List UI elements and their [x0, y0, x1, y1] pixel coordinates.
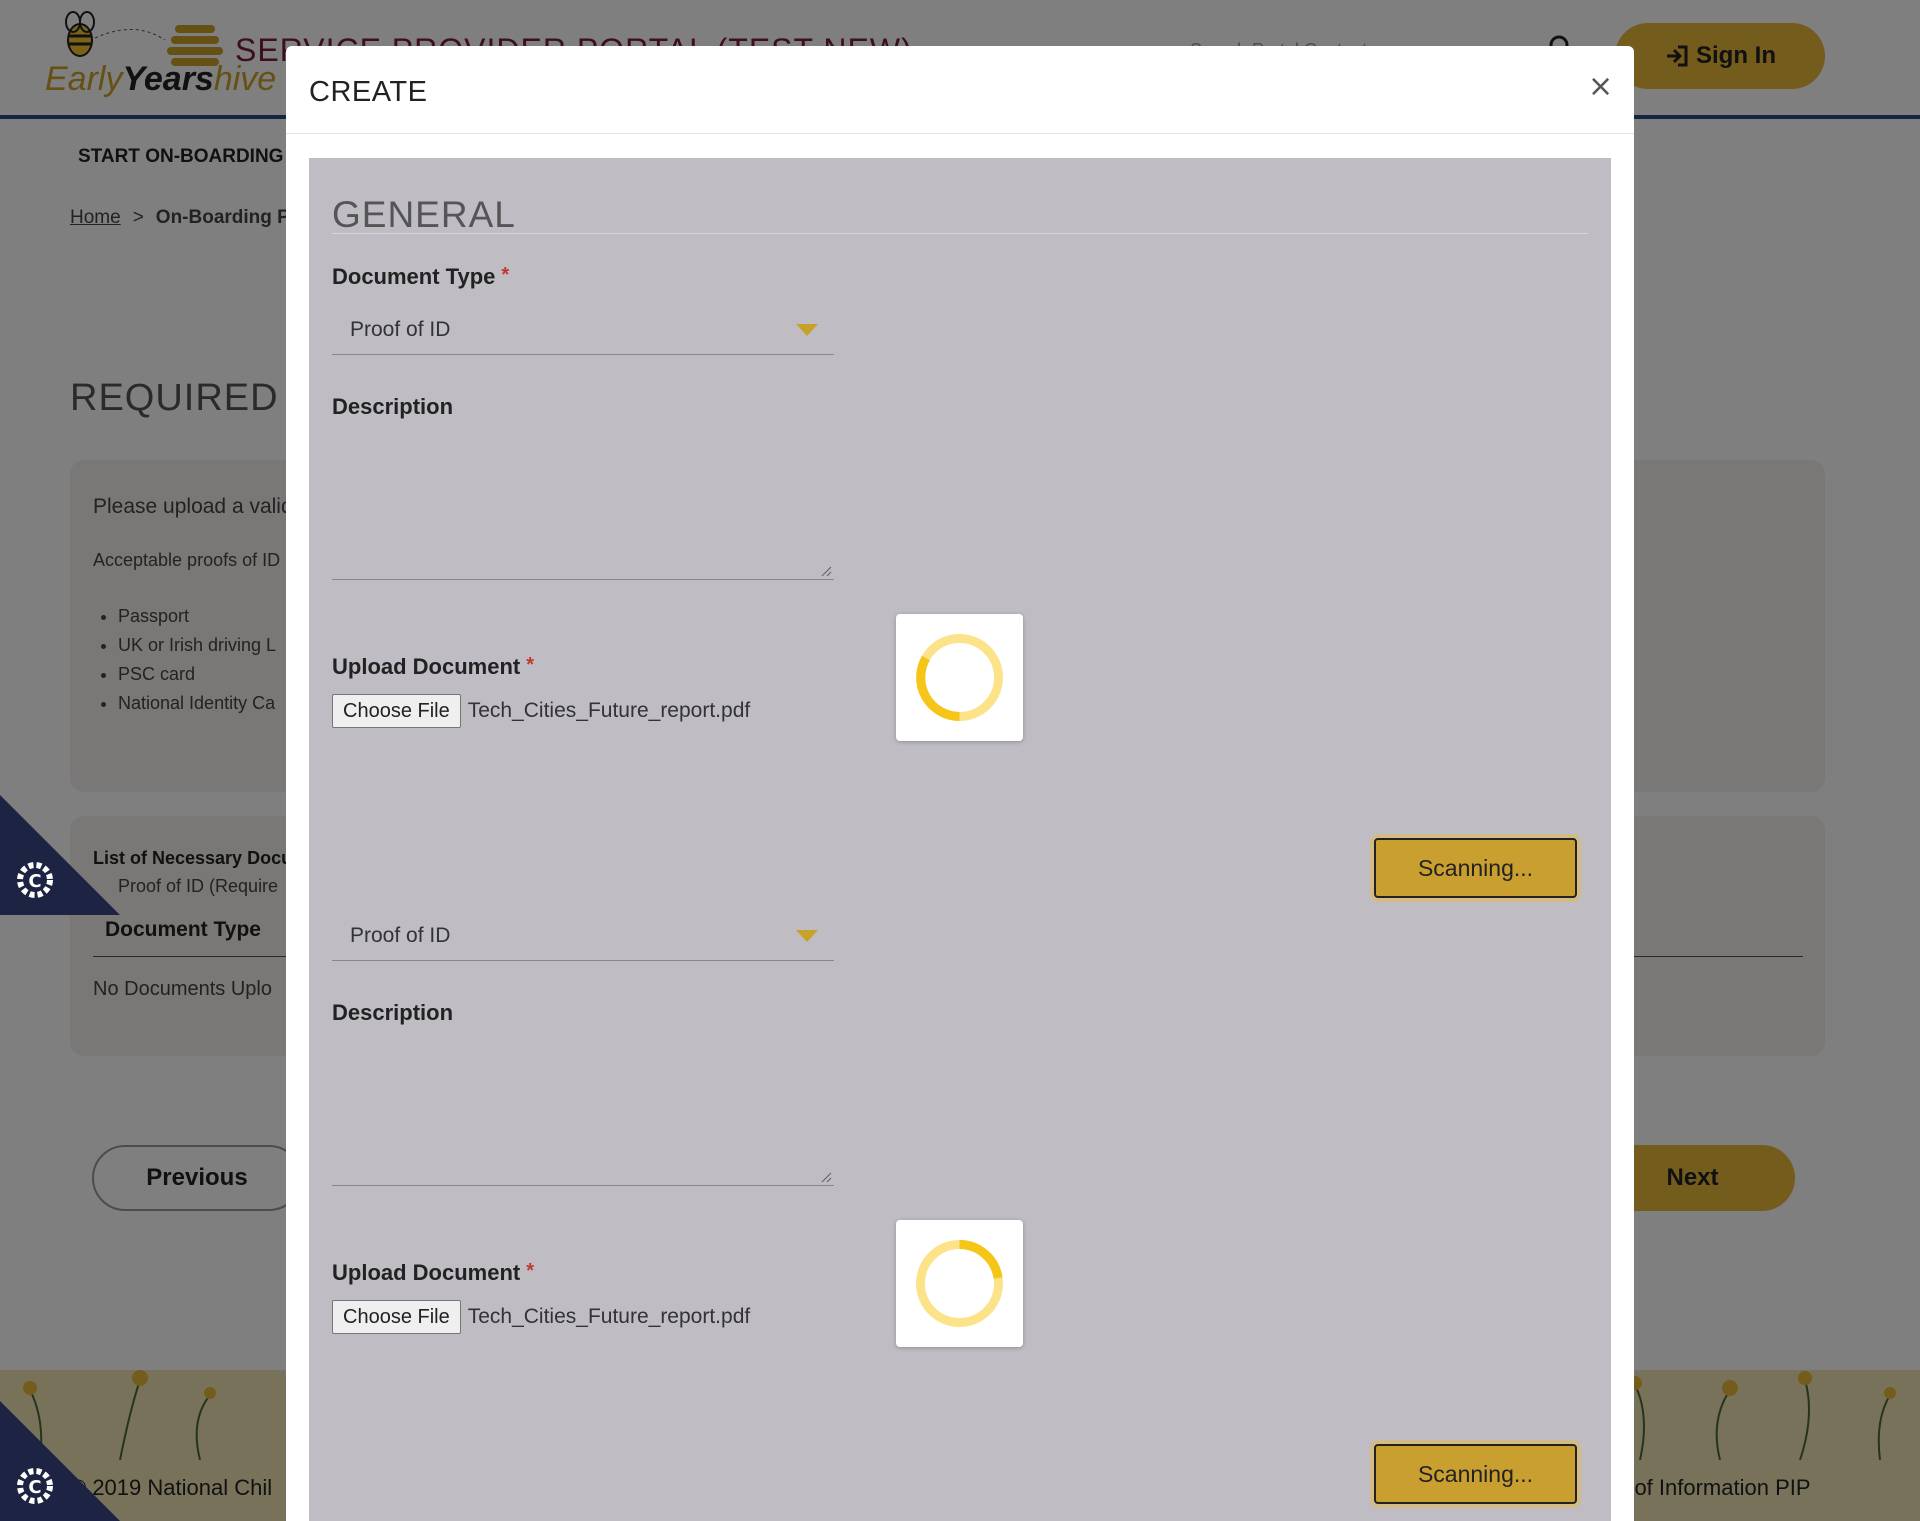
required-marker: * [526, 1260, 535, 1282]
file-input[interactable]: Choose File Tech_Cities_Future_report.pd… [332, 1300, 750, 1334]
description-textarea[interactable] [332, 439, 834, 580]
modal-header: CREATE × [286, 46, 1634, 134]
document-form: GENERAL Document Type * Proof of ID Descr… [309, 158, 1611, 1521]
loading-spinner [896, 1220, 1023, 1347]
choose-file-button[interactable]: Choose File [332, 694, 461, 728]
document-type-select[interactable]: Proof of ID [332, 304, 834, 355]
close-icon[interactable]: × [1582, 68, 1619, 105]
description-textarea[interactable] [332, 1045, 834, 1186]
create-document-modal: CREATE × GENERAL Document Type * Proof of… [286, 46, 1634, 1521]
svg-text:C: C [28, 1477, 41, 1498]
required-marker: * [501, 264, 510, 286]
resize-handle-icon[interactable] [820, 1171, 832, 1183]
section-divider [332, 233, 1588, 234]
document-type-label: Document Type * [332, 264, 510, 289]
description-label: Description [332, 394, 454, 419]
choose-file-button[interactable]: Choose File [332, 1300, 461, 1334]
upload-document-label: Upload Document * [332, 654, 535, 679]
spinner-icon [916, 1240, 1003, 1327]
document-type-select[interactable]: Proof of ID [332, 910, 834, 961]
spinner-icon [916, 634, 1003, 721]
file-input[interactable]: Choose File Tech_Cities_Future_report.pd… [332, 694, 750, 728]
modal-title: CREATE [309, 76, 428, 108]
resize-handle-icon[interactable] [820, 565, 832, 577]
file-name: Tech_Cities_Future_report.pdf [467, 699, 751, 722]
file-name: Tech_Cities_Future_report.pdf [467, 1305, 751, 1328]
loading-spinner [896, 614, 1023, 741]
scanning-button[interactable]: Scanning... [1374, 1444, 1577, 1504]
svg-text:C: C [28, 871, 41, 892]
cookie-settings-icon[interactable]: C [0, 795, 120, 915]
scanning-button[interactable]: Scanning... [1374, 838, 1577, 898]
section-title-general: GENERAL [332, 194, 516, 235]
required-marker: * [526, 654, 535, 676]
cookie-settings-icon[interactable]: C [0, 1401, 120, 1521]
chevron-down-icon [796, 930, 818, 942]
document-type-value: Proof of ID [350, 924, 451, 947]
chevron-down-icon [796, 324, 818, 336]
description-label: Description [332, 1000, 454, 1025]
upload-document-label: Upload Document * [332, 1260, 535, 1285]
document-type-value: Proof of ID [350, 318, 451, 341]
